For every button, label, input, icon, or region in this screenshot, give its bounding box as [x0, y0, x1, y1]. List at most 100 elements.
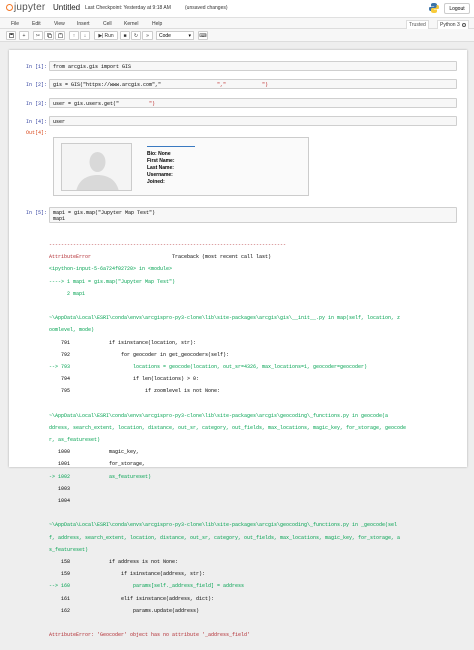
tb-line: 795 if zoomlevel is not None: [49, 388, 221, 395]
tb-line: 2 map1 [49, 290, 86, 297]
cell-4-prompt: In [4]: [25, 119, 47, 125]
tb-line: <ipython-input-5-6a724f02720> in <module… [49, 266, 173, 273]
redacted-user-id [119, 101, 149, 105]
menu-edit[interactable]: Edit [32, 21, 41, 27]
tb-line: ddress, search_extent, location, distanc… [49, 424, 407, 431]
move-up-button[interactable]: ↑ [69, 31, 79, 40]
tb-header: AttributeError Traceback (most recent ca… [49, 254, 463, 260]
tb-trace-head: Traceback (most recent call last) [172, 254, 272, 261]
save-icon [8, 33, 14, 38]
menu-help[interactable]: Help [152, 21, 162, 27]
cell-2-code-mid: "," [217, 82, 227, 88]
cell-5-prompt: In [5]: [25, 210, 47, 216]
cell-5-code-line-2: map1 [53, 216, 66, 222]
menubar: File Edit View Insert Cell Kernel Help T… [0, 17, 474, 30]
cell-4-output-prompt: Out[4]: [25, 130, 47, 136]
insert-cell-button[interactable]: + [19, 31, 29, 40]
cell-2-prompt: In [2]: [25, 82, 47, 88]
user-first-name: First Name: [147, 158, 175, 164]
restart-icon: ↻ [133, 32, 139, 39]
tb-line: 792 for geocoder in get_geocoders(self): [49, 351, 230, 358]
arrow-down-icon: ↓ [83, 32, 87, 39]
jupyter-logo-text: jupyter [14, 2, 46, 13]
cell-2-input[interactable]: gis = GIS("https://www.arcgis.com"," "," "… [49, 79, 457, 89]
interrupt-button[interactable]: ■ [120, 31, 130, 40]
step-forward-icon: ▶| [98, 32, 104, 39]
user-profile-link[interactable] [147, 146, 195, 147]
menu-cell[interactable]: Cell [103, 21, 112, 27]
menu-kernel[interactable]: Kernel [124, 21, 138, 27]
cell-3-prompt: In [3]: [25, 101, 47, 107]
stop-icon: ■ [123, 32, 127, 39]
cell-type-value: Code [159, 32, 171, 39]
restart-run-all-button[interactable]: » [142, 31, 153, 40]
copy-button[interactable] [44, 31, 54, 40]
save-button[interactable] [6, 31, 16, 40]
cell-3-code-start: user = gis.users.get(" [53, 101, 120, 107]
cell-1-input[interactable]: from arcgis.gis import GIS [49, 61, 457, 71]
kernel-idle-icon [461, 23, 466, 27]
tb-line: ----> 1 map1 = gis.map("Jupyter Map Test… [49, 278, 176, 285]
arrow-up-icon: ↑ [72, 32, 76, 39]
cut-button[interactable]: ✂ [33, 31, 43, 40]
chevron-down-icon: ▾ [188, 32, 191, 39]
tb-line: --> 160 params[self._address_field] = ad… [49, 583, 245, 590]
tb-line: s_featureset) [49, 546, 89, 553]
user-bio: Bio: None [147, 151, 171, 157]
user-last-name: Last Name: [147, 165, 174, 171]
tb-line: ~\AppData\Local\ESRI\conda\envs\arcgispr… [49, 315, 401, 322]
user-card: Bio: None First Name: Last Name: Usernam… [53, 137, 309, 196]
traceback-output: ----------------------------------------… [49, 236, 463, 650]
run-button[interactable]: ▶| Run [94, 31, 118, 40]
cell-4-code: user [53, 119, 66, 125]
copy-icon [46, 33, 52, 38]
kernel-name: Python 3 [440, 22, 460, 28]
tb-line: r, as_featureset) [49, 437, 101, 444]
tb-spacer [49, 510, 463, 516]
logout-button[interactable]: Logout [444, 3, 470, 14]
tb-line: 791 if isinstance(location, str): [49, 339, 197, 346]
user-joined: Joined: [147, 179, 165, 185]
cell-5-input[interactable]: map1 = gis.map("Jupyter Map Test") map1 [49, 207, 457, 223]
tb-line: 1003 [49, 485, 71, 492]
checkpoint-status: Last Checkpoint: Yesterday at 9:18 AM [85, 5, 171, 11]
tb-line: 161 elif isinstance(address, dict): [49, 595, 215, 602]
paste-button[interactable] [55, 31, 65, 40]
unsaved-indicator: (unsaved changes) [185, 5, 228, 11]
move-down-button[interactable]: ↓ [80, 31, 90, 40]
cell-1-code: from arcgis.gis import GIS [53, 64, 132, 70]
notebook-title[interactable]: Untitled [53, 3, 80, 12]
cell-2-code-end: ") [262, 82, 269, 88]
notebook-header: jupyter Untitled Last Checkpoint: Yester… [0, 0, 474, 17]
paste-icon [57, 33, 63, 38]
tb-line: 158 if address is not None: [49, 558, 179, 565]
cell-4-input[interactable]: user [49, 116, 457, 126]
menu-view[interactable]: View [54, 21, 65, 27]
toolbar: + ✂ ↑ ↓ ▶| Run ■ ↻ » Code ▾ ⌨ [0, 29, 474, 42]
tb-line: -> 1002 as_featureset) [49, 473, 152, 480]
cell-type-select[interactable]: Code ▾ [156, 31, 194, 40]
fast-forward-icon: » [146, 32, 149, 39]
run-button-label: Run [104, 32, 114, 39]
restart-button[interactable]: ↻ [131, 31, 141, 40]
cell-3-input[interactable]: user = gis.users.get(" ") [49, 98, 457, 108]
avatar-placeholder-icon [76, 152, 119, 190]
tb-line: 1000 magic_key, [49, 449, 140, 456]
menu-file[interactable]: File [11, 21, 19, 27]
plus-icon: + [22, 32, 26, 39]
jupyter-logo[interactable]: jupyter [6, 2, 45, 13]
scissors-icon: ✂ [35, 32, 41, 39]
redacted-username [161, 82, 217, 86]
jupyter-orb-icon [6, 4, 13, 11]
tb-final-error: AttributeError: 'Geocoder' object has no… [49, 632, 251, 639]
notebook-container: In [1]: from arcgis.gis import GIS In [2… [9, 50, 467, 638]
tb-line: 159 if isinstance(address, str): [49, 571, 206, 578]
tb-line: ~\AppData\Local\ESRI\conda\envs\arcgispr… [49, 522, 398, 529]
redacted-password [226, 82, 262, 86]
keyboard-icon: ⌨ [199, 32, 207, 39]
tb-line: 794 if len(locations) > 0: [49, 376, 200, 383]
tb-error-name: AttributeError [49, 254, 92, 261]
tb-spacer [49, 303, 463, 309]
command-palette-button[interactable]: ⌨ [198, 31, 208, 40]
menu-insert[interactable]: Insert [77, 21, 90, 27]
